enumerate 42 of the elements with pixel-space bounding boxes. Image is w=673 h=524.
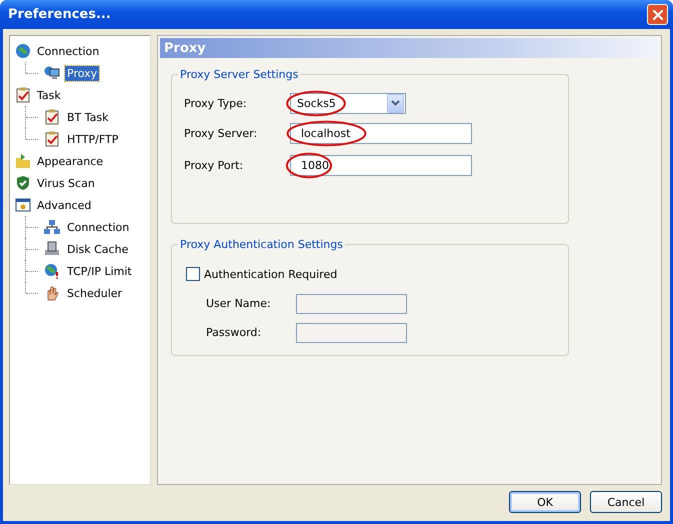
tree-item[interactable]: Virus Scan — [35, 176, 97, 190]
tree-item[interactable]: Scheduler — [65, 286, 124, 300]
tree-item[interactable]: Proxy — [65, 66, 100, 80]
caret-icon — [391, 100, 400, 106]
shield-icon — [15, 175, 31, 191]
group-title: Proxy Server Settings — [179, 68, 300, 81]
tree-item[interactable]: Connection — [65, 220, 132, 234]
field-label: Proxy Server: — [184, 126, 258, 140]
clipboard-icon — [44, 131, 60, 147]
close-icon — [652, 8, 664, 20]
ok-button[interactable]: OK — [509, 491, 581, 513]
input-field[interactable]: localhost — [290, 122, 472, 144]
field-label: Proxy Port: — [184, 158, 244, 172]
panel-title: Proxy — [164, 40, 206, 56]
window-title: Preferences... — [8, 7, 111, 22]
field-label: Password: — [206, 326, 262, 339]
tree-item[interactable]: Connection — [35, 44, 102, 58]
cancel-button[interactable]: Cancel — [590, 491, 662, 513]
disk-icon — [44, 241, 60, 257]
monitor-icon — [44, 65, 60, 81]
tree-item[interactable]: HTTP/FTP — [65, 132, 120, 146]
window-icon — [15, 197, 31, 213]
tree-item[interactable]: Disk Cache — [65, 242, 130, 256]
tree-item[interactable]: Task — [35, 88, 63, 102]
tree-item[interactable]: BT Task — [65, 110, 111, 124]
globe-icon — [44, 263, 60, 279]
field-label: Proxy Type: — [184, 96, 248, 110]
group-title: Proxy Authentication Settings — [179, 238, 344, 251]
globe-icon — [15, 43, 31, 59]
checkbox[interactable] — [186, 267, 200, 281]
checkbox-label: Authentication Required — [204, 268, 338, 280]
field-label: User Name: — [206, 297, 272, 310]
tree-item[interactable]: Advanced — [35, 198, 94, 212]
clipboard-icon — [44, 109, 60, 125]
dropdown[interactable]: Socks5 — [290, 92, 406, 114]
tree-item[interactable]: Appearance — [35, 154, 106, 168]
clipboard-icon — [15, 87, 31, 103]
network-icon — [44, 219, 60, 235]
close-button[interactable] — [647, 4, 668, 25]
tree-item[interactable]: TCP/IP Limit — [65, 264, 134, 278]
folder-icon — [15, 153, 31, 169]
input-field[interactable]: 1080 — [290, 154, 472, 176]
